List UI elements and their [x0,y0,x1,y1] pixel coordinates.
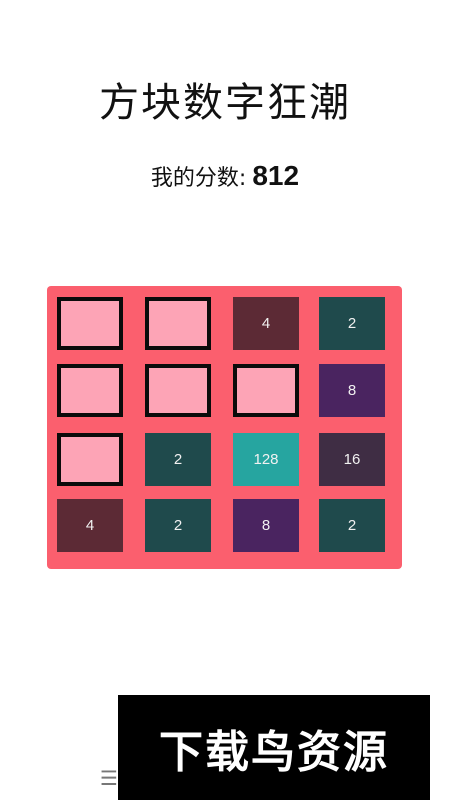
empty-cell[interactable] [57,433,123,486]
empty-cell[interactable] [233,364,299,417]
empty-cell[interactable] [145,297,211,350]
number-tile[interactable]: 2 [145,499,211,552]
game-board[interactable]: 4 2 8 2 128 16 4 2 8 2 [47,286,402,569]
number-tile[interactable]: 2 [319,297,385,350]
number-tile[interactable]: 4 [57,499,123,552]
number-tile[interactable]: 4 [233,297,299,350]
score-value: 812 [252,160,300,191]
number-tile[interactable]: 2 [145,433,211,486]
number-tile[interactable]: 16 [319,433,385,486]
empty-cell[interactable] [57,364,123,417]
score-label: 我的分数: [150,166,247,191]
empty-cell[interactable] [145,364,211,417]
watermark: 下载鸟资源 [118,695,430,800]
score-display: 我的分数: 812 [0,160,450,192]
empty-cell[interactable] [57,297,123,350]
number-tile[interactable]: 128 [233,433,299,486]
page-title: 方块数字狂潮 [99,80,351,126]
menu-icon[interactable]: ☰ [100,766,118,790]
number-tile[interactable]: 2 [319,499,385,552]
number-tile[interactable]: 8 [233,499,299,552]
number-tile[interactable]: 8 [319,364,385,417]
watermark-text: 下载鸟资源 [159,726,389,778]
